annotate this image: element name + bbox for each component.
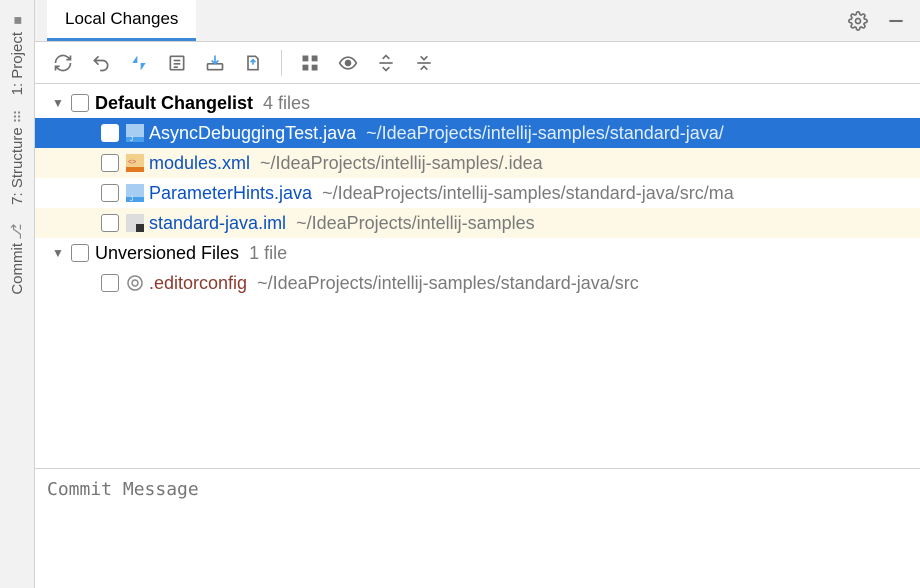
chevron-down-icon[interactable]: ▼	[45, 246, 71, 260]
tool-window-tab-commit[interactable]: Commit ⎇	[7, 217, 28, 301]
commit-message-input[interactable]	[47, 479, 908, 578]
group-by-button[interactable]	[296, 49, 324, 77]
diff-icon	[129, 53, 149, 73]
svg-text:<>: <>	[128, 159, 136, 166]
unshelve-button[interactable]	[239, 49, 267, 77]
checkbox[interactable]	[101, 154, 119, 172]
checkbox[interactable]	[101, 124, 119, 142]
svg-text:J: J	[130, 137, 133, 142]
commit-icon: ⎇	[9, 223, 25, 239]
gear-icon[interactable]	[848, 11, 868, 31]
collapse-all-icon	[414, 53, 434, 73]
commit-tool-window: 1: Project ■ 7: Structure ⠿ Commit ⎇ Loc…	[0, 0, 920, 588]
file-row[interactable]: J ParameterHints.java ~/IdeaProjects/int…	[35, 178, 920, 208]
structure-icon: ⠿	[12, 111, 22, 127]
group-by-icon	[300, 53, 320, 73]
file-name: standard-java.iml	[149, 213, 286, 234]
unshelve-icon	[243, 53, 263, 73]
file-row[interactable]: .editorconfig ~/IdeaProjects/intellij-sa…	[35, 268, 920, 298]
file-row[interactable]: <> modules.xml ~/IdeaProjects/intellij-s…	[35, 148, 920, 178]
checkbox[interactable]	[101, 214, 119, 232]
config-file-icon	[125, 273, 145, 293]
rollback-icon	[91, 53, 111, 73]
checkbox[interactable]	[71, 94, 89, 112]
changelist-button[interactable]	[163, 49, 191, 77]
diff-button[interactable]	[125, 49, 153, 77]
refresh-icon	[53, 53, 73, 73]
main-panel: Local Changes ▼	[35, 0, 920, 588]
tool-window-left-bar: 1: Project ■ 7: Structure ⠿ Commit ⎇	[0, 0, 35, 588]
file-path: ~/IdeaProjects/intellij-samples	[296, 213, 535, 234]
changelist-group-unversioned[interactable]: ▼ Unversioned Files 1 file	[35, 238, 920, 268]
preview-diff-button[interactable]	[334, 49, 362, 77]
tool-window-tab-structure[interactable]: 7: Structure ⠿	[7, 107, 28, 211]
svg-text:J: J	[130, 197, 133, 202]
expand-all-button[interactable]	[372, 49, 400, 77]
file-row[interactable]: J AsyncDebuggingTest.java ~/IdeaProjects…	[35, 118, 920, 148]
file-path: ~/IdeaProjects/intellij-samples/standard…	[257, 273, 639, 294]
checkbox[interactable]	[101, 184, 119, 202]
separator	[281, 50, 282, 76]
tab-strip: Local Changes	[35, 0, 920, 42]
changelist-group-default[interactable]: ▼ Default Changelist 4 files	[35, 88, 920, 118]
xml-file-icon: <>	[125, 153, 145, 173]
shelve-icon	[205, 53, 225, 73]
commit-message-area	[35, 468, 920, 588]
tab-actions	[848, 0, 920, 41]
file-row[interactable]: standard-java.iml ~/IdeaProjects/intelli…	[35, 208, 920, 238]
checkbox[interactable]	[101, 274, 119, 292]
file-path: ~/IdeaProjects/intellij-samples/standard…	[322, 183, 734, 204]
changes-tree[interactable]: ▼ Default Changelist 4 files J AsyncDebu…	[35, 84, 920, 468]
rollback-button[interactable]	[87, 49, 115, 77]
tool-window-tab-project[interactable]: 1: Project ■	[7, 6, 28, 101]
tab-local-changes[interactable]: Local Changes	[47, 0, 196, 41]
toolbar	[35, 42, 920, 84]
expand-all-icon	[376, 53, 396, 73]
file-name: ParameterHints.java	[149, 183, 312, 204]
java-file-icon: J	[125, 183, 145, 203]
refresh-button[interactable]	[49, 49, 77, 77]
file-name: AsyncDebuggingTest.java	[149, 123, 356, 144]
group-count: 1 file	[249, 243, 287, 264]
shelve-button[interactable]	[201, 49, 229, 77]
file-name: modules.xml	[149, 153, 250, 174]
folder-icon: ■	[9, 12, 25, 28]
group-label: Default Changelist	[95, 93, 253, 114]
changelist-icon	[167, 53, 187, 73]
hide-icon[interactable]	[886, 11, 906, 31]
checkbox[interactable]	[71, 244, 89, 262]
java-file-icon: J	[125, 123, 145, 143]
collapse-all-button[interactable]	[410, 49, 438, 77]
file-path: ~/IdeaProjects/intellij-samples/standard…	[366, 123, 724, 144]
file-name: .editorconfig	[149, 273, 247, 294]
iml-file-icon	[125, 213, 145, 233]
chevron-down-icon[interactable]: ▼	[45, 96, 71, 110]
group-count: 4 files	[263, 93, 310, 114]
preview-icon	[338, 53, 358, 73]
group-label: Unversioned Files	[95, 243, 239, 264]
file-path: ~/IdeaProjects/intellij-samples/.idea	[260, 153, 543, 174]
